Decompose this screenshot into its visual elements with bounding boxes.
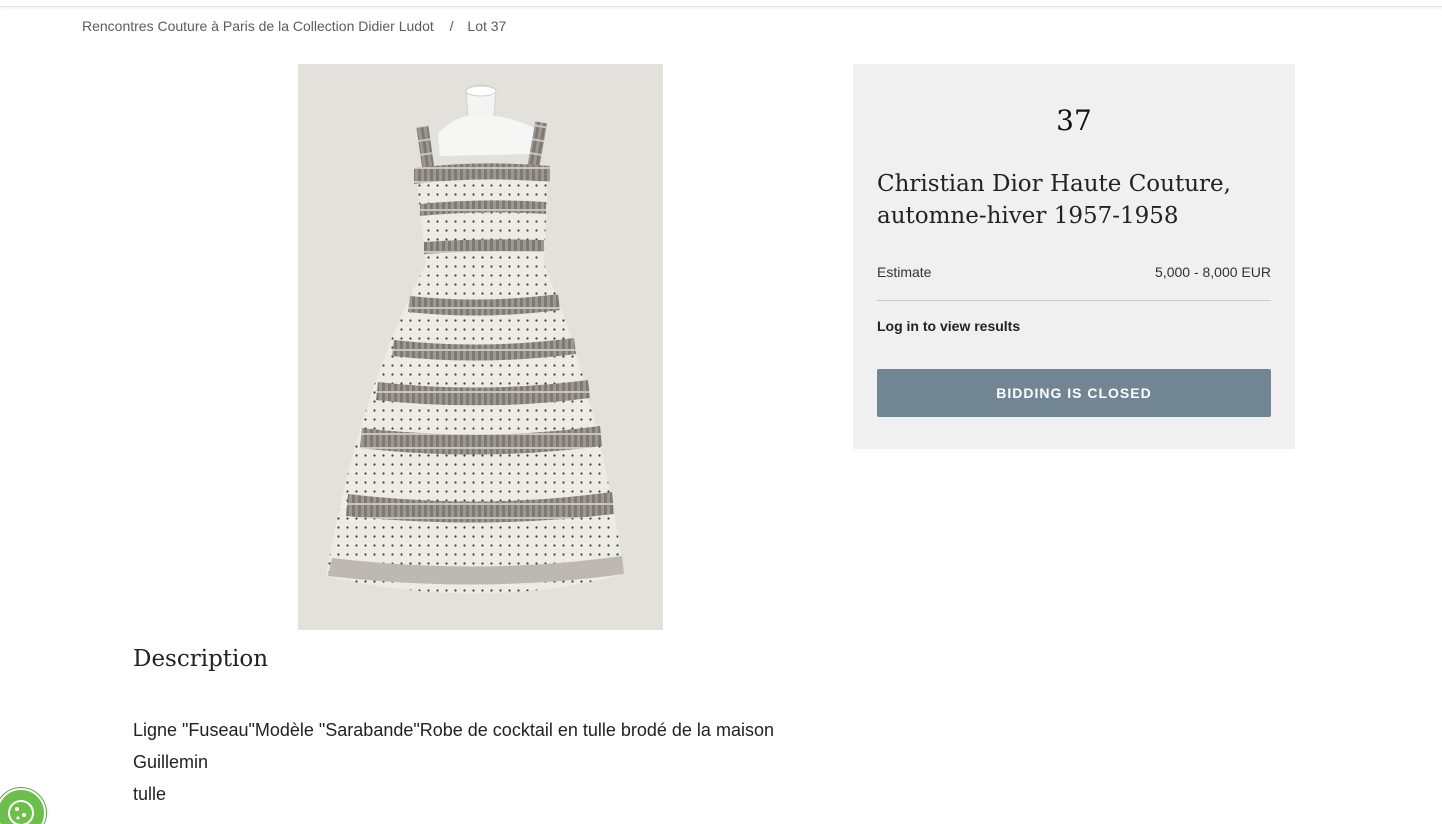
estimate-row: Estimate 5,000 - 8,000 EUR bbox=[877, 264, 1271, 280]
breadcrumb-sale-link[interactable]: Rencontres Couture à Paris de la Collect… bbox=[82, 18, 434, 34]
estimate-value: 5,000 - 8,000 EUR bbox=[1155, 264, 1271, 280]
breadcrumb-separator: / bbox=[449, 18, 454, 34]
cookie-settings-button[interactable] bbox=[0, 788, 46, 824]
header-bar bbox=[0, 0, 1442, 7]
dress-illustration bbox=[326, 84, 624, 594]
description-text: Ligne "Fuseau"Modèle "Sarabande"Robe de … bbox=[133, 720, 774, 772]
estimate-divider bbox=[877, 300, 1271, 301]
estimate-label: Estimate bbox=[877, 264, 932, 280]
bid-panel: 37 Christian Dior Haute Couture, automne… bbox=[853, 64, 1295, 449]
cookie-icon bbox=[8, 800, 34, 824]
description-heading: Description bbox=[133, 646, 269, 672]
lot-number: 37 bbox=[1056, 104, 1092, 137]
login-link[interactable]: Log in to view results bbox=[877, 318, 1020, 334]
lot-image[interactable] bbox=[298, 64, 663, 630]
breadcrumb-current: Lot 37 bbox=[467, 18, 507, 34]
description-material: tulle bbox=[133, 784, 167, 804]
lot-title: Christian Dior Haute Couture, automne-hi… bbox=[877, 171, 1231, 229]
description-body: Ligne "Fuseau"Modèle "Sarabande"Robe de … bbox=[133, 714, 813, 810]
breadcrumb: Rencontres Couture à Paris de la Collect… bbox=[82, 18, 506, 34]
bidding-closed-button[interactable]: BIDDING IS CLOSED bbox=[877, 369, 1271, 417]
